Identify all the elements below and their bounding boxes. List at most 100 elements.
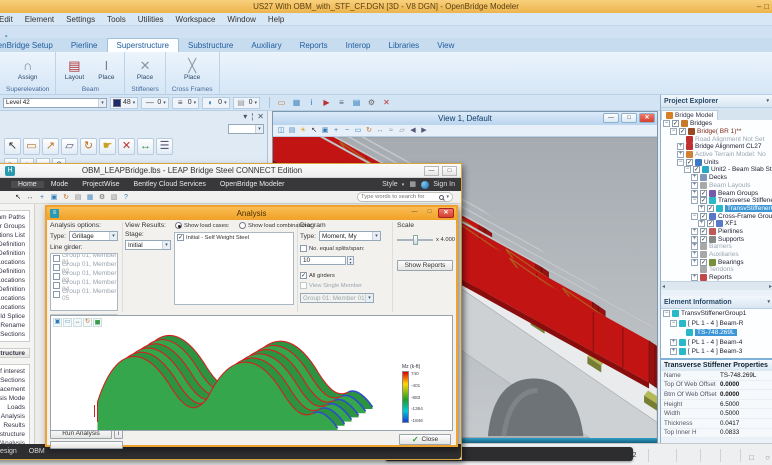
checkbox-icon[interactable]: ✓ [700,228,707,235]
view-attributes-icon[interactable]: ◫ [276,126,286,136]
checkbox-icon[interactable]: ✓ [700,213,707,220]
beam-layout-button[interactable]: ▤Layout [60,56,88,83]
chevron-down-icon[interactable]: ▾ [446,194,449,200]
menu-item-settings[interactable]: Settings [60,15,101,24]
expand-icon[interactable]: + [691,236,698,243]
beam-place-button[interactable]: IPlace [92,56,120,83]
checkbox-icon[interactable]: ✓ [693,166,700,173]
expand-icon[interactable]: + [698,205,705,212]
menu-item-utilities[interactable]: Utilities [132,15,170,24]
sidebar-item-field-splice[interactable]: Field Splice [0,312,29,321]
view-close-button[interactable]: ✕ [639,113,655,123]
layout-icon[interactable]: ▧ [109,192,119,202]
element-selection-icon[interactable]: ↖ [309,126,319,136]
project-explorer-header[interactable]: Project Explorer ▾ [661,95,772,108]
style-dropdown[interactable]: Style [382,181,398,188]
tree-item-bridge-alignment-cl27[interactable]: +Bridge Alignment CL27 [661,143,772,151]
zoom-fit-icon[interactable]: ▣ [49,192,59,202]
tree-item-cross-frame-groups[interactable]: −✓Cross-Frame Groups [661,212,772,220]
tree-item-tendons[interactable]: Tendons [661,266,772,274]
help-icon[interactable]: ? [121,192,131,202]
ribbon-tab-reports[interactable]: Reports [291,39,337,52]
tree-item-reports[interactable]: +Reports [661,274,772,281]
analysis-title-bar[interactable]: ≡ Analysis — □ ✕ [47,207,456,220]
active-level-combo[interactable]: Level 42 ▾ [3,98,107,108]
cross-frame-place-icon[interactable]: ╳ [187,58,198,73]
view-title-bar[interactable]: View 1, Default — □ ✕ [273,112,657,125]
analysis-type-combo[interactable]: Grillage▾ [69,231,118,241]
expand-icon[interactable]: + [670,339,677,346]
clipped-button[interactable] [50,441,123,449]
rotate-view-icon[interactable]: ↻ [364,126,374,136]
checkbox-icon[interactable]: ✓ [707,220,714,227]
expand-icon[interactable]: − [663,120,670,127]
red-pointer-icon[interactable]: ▶ [321,97,332,108]
status-circle-icon[interactable]: ○ [762,452,772,463]
menu-item-window[interactable]: Window [221,15,261,24]
transparency-field[interactable]: ◐0▾ [202,97,229,109]
line-girder-list[interactable]: Group 01, Member 01Group 01, Member 02Gr… [50,253,118,311]
single-member-checkbox[interactable] [300,282,307,289]
stage-combo[interactable]: Initial▾ [125,240,171,250]
expand-icon[interactable]: + [691,182,698,189]
zoom-in-icon[interactable]: + [37,192,47,202]
sidebar-item-sections[interactable]: Sections [0,330,29,339]
leap-title-bar[interactable]: H OBM_LEAPBridge.lbs - LEAP Bridge Steel… [0,164,461,178]
checkbox-icon[interactable]: ✓ [700,197,707,204]
view-maximize-button[interactable]: □ [621,113,637,123]
property-row-height[interactable]: Height6.5000 [661,400,772,410]
priority-field[interactable]: ▤0▾ [233,97,260,109]
tree-item-beam-groups[interactable]: +✓Beam Groups [661,189,772,197]
tree-item-bearings[interactable]: +✓Bearings [661,258,772,266]
dialog-maximize-button[interactable]: □ [423,208,436,218]
chevron-down-icon[interactable]: ▾ [766,98,769,104]
ribbon-tab-interop[interactable]: Interop [337,39,380,52]
checkbox-icon[interactable]: ✓ [700,236,707,243]
element-information-header[interactable]: Element Information ▾ [661,296,772,309]
tree-item-transvstiffenergroup1[interactable]: +✓TransvStiffenerGroup1 [661,205,772,213]
tree-item-beam-layouts[interactable]: +Beam Layouts [661,182,772,190]
leap-tab-bentley-cloud-services[interactable]: Bentley Cloud Services [127,181,213,188]
checkbox-icon[interactable] [53,264,60,271]
chevron-down-icon[interactable]: ▾ [98,99,106,107]
sidebar-item-stiffener-locations[interactable]: Stiffener Locations [0,276,29,285]
all-girders-checkbox[interactable]: ✓ [300,272,307,279]
leap-tab-projectwise[interactable]: ProjectWise [75,181,126,188]
sidebar-item-load-placement[interactable]: Load Placement [0,385,29,394]
maximize-button[interactable]: □ [764,2,769,11]
tree-item-units[interactable]: −✓Units [661,158,772,166]
checkbox-icon[interactable]: ✓ [679,128,686,135]
expand-icon[interactable]: − [663,310,670,317]
tree-item-pl-1-4-beam-3[interactable]: +[ PL 1 - 4 ] Beam-3 [661,347,772,357]
expand-icon[interactable]: + [677,143,684,150]
search-input[interactable] [361,194,437,200]
tree-item-bridges[interactable]: −✓Bridges [661,120,772,128]
ribbon-tab-substructure[interactable]: Substructure [179,39,242,52]
sidebar-item-analysis[interactable]: Analysis [0,412,29,421]
line-weight-field[interactable]: ≡0▾ [172,97,199,109]
sidebar-item-loads[interactable]: Loads [0,403,29,412]
expand-icon[interactable]: + [698,220,705,227]
pan-icon[interactable]: ↔ [73,318,82,327]
menu-item-edit[interactable]: Edit [0,15,19,24]
sidebar-item-shear-connector-locations[interactable]: Shear Connector Locations [0,294,29,303]
tree-item-transvstiffenergroup1[interactable]: −TransvStiffenerGroup1 [661,309,772,319]
checkbox-icon[interactable]: ✓ [700,190,707,197]
ribbon-tab-libraries[interactable]: Libraries [380,39,429,52]
copy-view-icon[interactable]: ▱ [397,126,407,136]
ribbon-tab-openbridge-setup[interactable]: OpenBridge Setup [0,39,62,52]
tree-item-unit2-beam-slab-steel[interactable]: −✓Unit2 - Beam Slab Steel [661,166,772,174]
stiffeners-place-button[interactable]: ✕Place [131,56,159,83]
line-girder-row[interactable]: Group 01, Member 05 [51,290,117,299]
chevron-down-icon[interactable]: ▾ [243,112,247,121]
view-minimize-button[interactable]: — [603,113,619,123]
checkbox-icon[interactable] [53,273,60,280]
expand-icon[interactable]: − [670,320,677,327]
view-previous-icon[interactable]: ◀ [408,126,418,136]
chart-icon[interactable]: ▅ [93,318,102,327]
zoom-extents-icon[interactable]: ▣ [53,318,62,327]
load-case-list[interactable]: ✓Initial - Self Weight Steel [174,232,294,305]
sidebar-item-girder-groups[interactable]: Girder Groups [0,222,29,231]
fence-icon[interactable]: ▭ [23,138,40,155]
show-load-combinations-radio[interactable] [239,222,246,229]
